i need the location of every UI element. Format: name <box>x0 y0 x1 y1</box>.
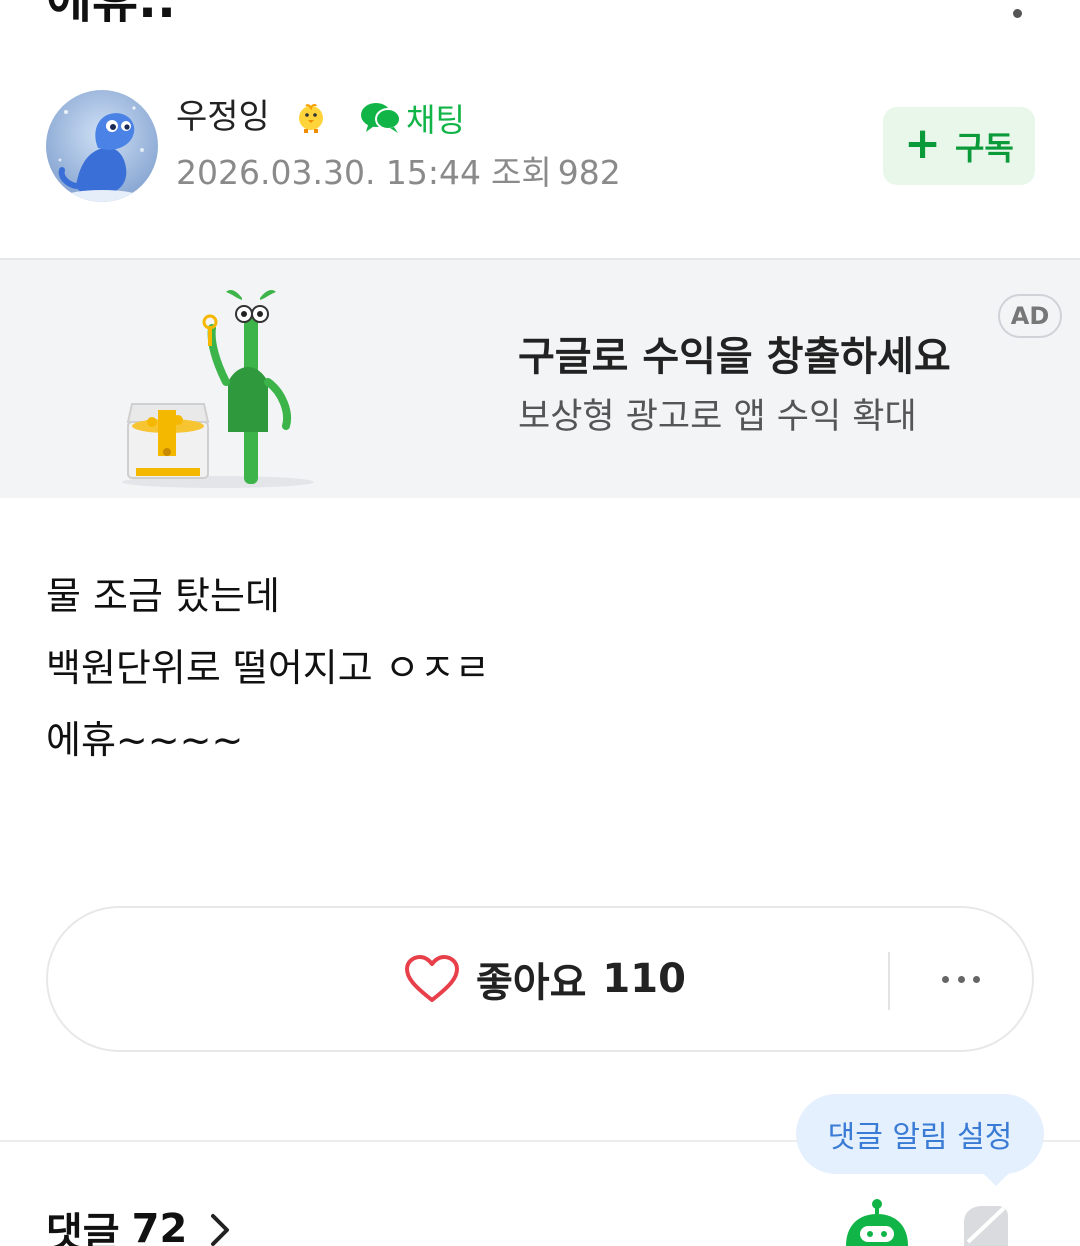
ad-headline: 구글로 수익을 창출하세요 <box>518 334 951 380</box>
post-body-line: 에휴~~~~ <box>46 718 244 762</box>
comments-count: 72 <box>131 1206 188 1246</box>
ad-mascot-illustration <box>118 282 318 492</box>
author-name[interactable]: 우정잉 <box>176 96 270 138</box>
plus-icon: + <box>904 118 941 169</box>
reaction-bar: 좋아요 110 <box>46 906 1034 1052</box>
more-reactions-icon[interactable] <box>936 964 986 994</box>
post-body-line: 물 조금 탔는데 <box>46 574 280 618</box>
chat-button[interactable]: 채팅 <box>360 98 465 139</box>
ad-banner[interactable]: AD 구글로 수익을 창출하세요 보상형 광고로 앱 수익 확대 <box>0 258 1080 498</box>
comment-alert-button[interactable]: 댓글 알림 설정 <box>796 1094 1044 1186</box>
more-options-icon[interactable] <box>1010 6 1024 20</box>
chat-label: 채팅 <box>406 101 465 139</box>
like-button[interactable]: 좋아요 110 <box>404 946 686 1012</box>
like-label: 좋아요 <box>476 960 587 1006</box>
comments-header[interactable]: 댓글 72 <box>46 1200 239 1246</box>
heart-icon <box>405 955 459 1002</box>
post-body: 물 조금 탔는데 백원단위로 떨어지고 ㅇㅈㄹ 에휴~~~~ <box>46 560 490 776</box>
views-label: 조회 <box>491 153 552 192</box>
post-date: 2026.03.30. 15:44 <box>176 153 482 192</box>
post-meta: 2026.03.30. 15:44 조회 982 <box>176 152 621 194</box>
like-count: 110 <box>602 956 686 1002</box>
subscribe-button[interactable]: + 구독 <box>883 107 1035 185</box>
robot-icon[interactable] <box>842 1198 912 1246</box>
eraser-icon[interactable] <box>958 1202 1010 1246</box>
author-avatar[interactable] <box>46 90 158 202</box>
subscribe-label: 구독 <box>954 129 1014 167</box>
post-body-line: 백원단위로 떨어지고 ㅇㅈㄹ <box>46 646 490 690</box>
reaction-divider <box>888 952 890 1010</box>
ad-badge: AD <box>998 294 1062 338</box>
chevron-right-icon <box>211 1214 230 1246</box>
comments-label: 댓글 <box>46 1210 120 1246</box>
post-title: 에휴.. <box>46 0 176 29</box>
ad-subline: 보상형 광고로 앱 수익 확대 <box>518 397 917 437</box>
chat-bubble-icon <box>361 103 401 133</box>
chick-badge-icon <box>294 100 328 134</box>
views-count: 982 <box>557 153 621 192</box>
